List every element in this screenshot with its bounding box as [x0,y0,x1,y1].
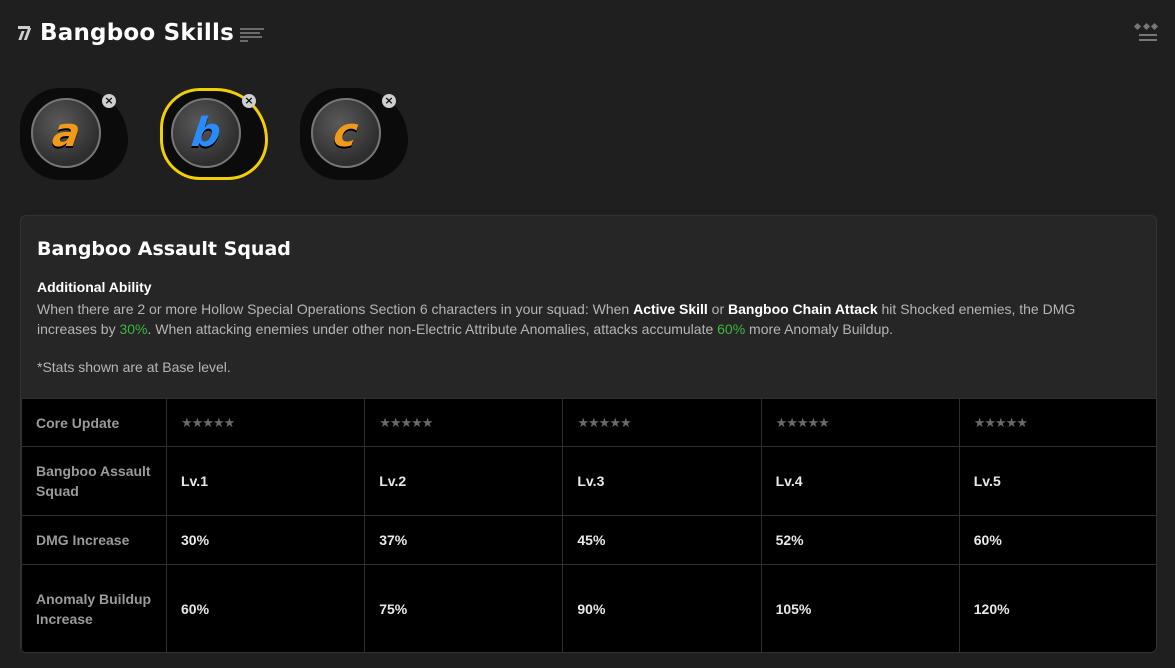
close-icon[interactable]: × [382,94,396,108]
table-row: DMG Increase 30% 37% 45% 52% 60% [21,515,1156,565]
desc-keyword: Bangboo Chain Attack [728,301,878,317]
close-icon[interactable]: × [242,94,256,108]
skill-chip-b[interactable]: b × [160,88,268,180]
desc-text: When there are 2 or more Hollow Special … [37,301,634,317]
star-rating: ★★★★★ [364,398,564,447]
desc-text: or [707,301,729,317]
desc-keyword: Active Skill [633,301,708,317]
star-rating: ★★★★★ [165,398,366,447]
table-cell: 90% [562,564,762,652]
stats-note: *Stats shown are at Base level. [37,359,231,375]
star-rating: ★★★★★ [958,398,1156,447]
desc-text: more Anomaly Buildup. [745,321,894,337]
desc-value: 60% [717,321,746,337]
desc-text: . When attacking enemies under other non… [147,321,718,337]
skill-orb: a [31,98,101,168]
row-header: Core Update [21,398,167,447]
table-cell: 60% [958,515,1156,565]
skill-letter: a [49,110,83,156]
table-row: Anomaly Buildup Increase 60% 75% 90% 105… [21,564,1156,652]
title-decoration-icon [239,28,264,42]
table-cell: 52% [760,515,960,565]
level-table: Core Update ★★★★★ ★★★★★ ★★★★★ ★★★★★ ★★★★… [21,398,1156,652]
skill-orb: b [171,98,241,168]
table-cell: 30% [165,515,366,565]
ability-description: When there are 2 or more Hollow Special … [37,299,1137,339]
table-cell: Lv.4 [760,446,960,516]
row-header: Anomaly Buildup Increase [21,564,167,652]
close-icon[interactable]: × [102,94,116,108]
star-rating: ★★★★★ [562,398,762,447]
table-cell: 105% [760,564,960,652]
skill-selector: a × b × c × [20,88,420,183]
skill-letter: b [188,110,224,156]
table-cell: 60% [165,564,366,652]
star-rating: ★★★★★ [760,398,960,447]
table-cell: Lv.5 [958,446,1156,516]
skill-chip-c[interactable]: c × [300,88,408,180]
row-header: Bangboo Assault Squad [21,446,167,516]
table-cell: Lv.2 [364,446,564,516]
table-cell: Lv.1 [165,446,366,516]
zzz-logo-icon [18,24,34,42]
header: Bangboo Skills [18,20,264,46]
page-title: Bangboo Skills [40,20,234,46]
table-cell: 75% [364,564,564,652]
table-cell: 120% [958,564,1156,652]
skill-detail-panel: Bangboo Assault Squad Additional Ability… [20,215,1157,653]
ability-label: Additional Ability [37,279,152,295]
table-cell: 37% [364,515,564,565]
desc-value: 30% [119,321,148,337]
table-cell: 45% [562,515,762,565]
table-row: Core Update ★★★★★ ★★★★★ ★★★★★ ★★★★★ ★★★★… [21,398,1156,447]
skill-orb: c [311,98,381,168]
row-header: DMG Increase [21,515,167,565]
skill-title: Bangboo Assault Squad [37,238,291,260]
table-cell: Lv.3 [562,446,762,516]
skill-chip-a[interactable]: a × [20,88,128,180]
corner-decoration-icon [1133,22,1159,44]
table-row: Bangboo Assault Squad Lv.1 Lv.2 Lv.3 Lv.… [21,446,1156,516]
skill-letter: c [330,110,362,156]
